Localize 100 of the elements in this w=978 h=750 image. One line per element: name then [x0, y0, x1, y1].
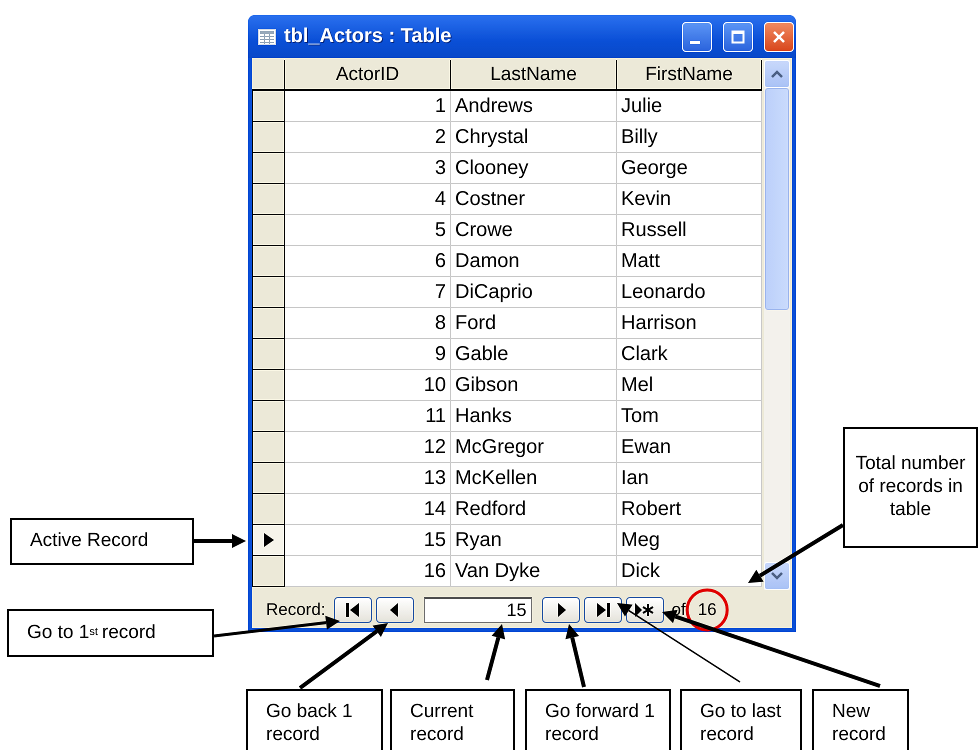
- row-selector[interactable]: [252, 370, 285, 401]
- row-selector[interactable]: [252, 556, 285, 587]
- table-cell: 1: [285, 91, 451, 122]
- table-cell: Matt: [617, 246, 762, 277]
- skip-to-start-icon: [344, 602, 361, 618]
- table-cell: Gibson: [451, 370, 617, 401]
- row-selector[interactable]: [252, 91, 285, 122]
- new-record-button[interactable]: [626, 597, 664, 623]
- table-cell: 16: [285, 556, 451, 587]
- next-record-button[interactable]: [542, 597, 580, 623]
- table-cell: Ryan: [451, 525, 617, 556]
- table-cell: Gable: [451, 339, 617, 370]
- table-cell: 10: [285, 370, 451, 401]
- callout-box: Go back 1 record: [246, 689, 383, 750]
- table-cell: Meg: [617, 525, 762, 556]
- table-cell: Ewan: [617, 432, 762, 463]
- table-cell: 5: [285, 215, 451, 246]
- callout-box: New record: [812, 689, 909, 750]
- maximize-icon: [730, 28, 746, 44]
- row-selector[interactable]: [252, 184, 285, 215]
- new-record-icon: [635, 602, 654, 618]
- table-cell: 2: [285, 122, 451, 153]
- table-cell: 6: [285, 246, 451, 277]
- table-cell: Hanks: [451, 401, 617, 432]
- table-cell: Van Dyke: [451, 556, 617, 587]
- table-cell: 11: [285, 401, 451, 432]
- row-selector[interactable]: [252, 463, 285, 494]
- table-cell: 12: [285, 432, 451, 463]
- table-cell: McGregor: [451, 432, 617, 463]
- callout-box: Active Record: [10, 518, 194, 565]
- arrow: [194, 534, 246, 548]
- skip-to-end-icon: [594, 602, 611, 618]
- row-selector[interactable]: [252, 339, 285, 370]
- row-selector[interactable]: [252, 153, 285, 184]
- highlight-circle: [686, 588, 729, 632]
- close-button[interactable]: [764, 22, 794, 52]
- row-selector[interactable]: [252, 215, 285, 246]
- table-cell: Clark: [617, 339, 762, 370]
- callout-box: Go to last record: [680, 689, 802, 750]
- table-cell: Redford: [451, 494, 617, 525]
- table-cell: DiCaprio: [451, 277, 617, 308]
- table-cell: 7: [285, 277, 451, 308]
- first-record-button[interactable]: [334, 597, 372, 623]
- table-cell: McKellen: [451, 463, 617, 494]
- select-all-corner[interactable]: [252, 60, 285, 91]
- table-cell: Dick: [617, 556, 762, 587]
- row-selector[interactable]: [252, 494, 285, 525]
- table-cell: Leonardo: [617, 277, 762, 308]
- table-cell: 4: [285, 184, 451, 215]
- callout-box: Current record: [390, 689, 515, 750]
- table-cell: Julie: [617, 91, 762, 122]
- table-cell: 13: [285, 463, 451, 494]
- previous-record-button[interactable]: [376, 597, 414, 623]
- row-selector[interactable]: [252, 308, 285, 339]
- row-selector[interactable]: [252, 277, 285, 308]
- minimize-button[interactable]: [682, 22, 712, 52]
- column-header[interactable]: FirstName: [617, 60, 762, 91]
- table-cell: Kevin: [617, 184, 762, 215]
- callout-box: Go forward 1 record: [525, 689, 671, 750]
- close-icon: [771, 28, 787, 44]
- row-selector[interactable]: [252, 246, 285, 277]
- table-cell: 14: [285, 494, 451, 525]
- table-icon: [258, 28, 276, 44]
- row-selector[interactable]: [252, 432, 285, 463]
- column-header[interactable]: LastName: [451, 60, 617, 91]
- callout-box: Total number of records in table: [843, 427, 978, 548]
- column-header[interactable]: ActorID: [285, 60, 451, 91]
- table-cell: Damon: [451, 246, 617, 277]
- last-record-button[interactable]: [584, 597, 622, 623]
- table-cell: Russell: [617, 215, 762, 246]
- table-cell: Costner: [451, 184, 617, 215]
- table-cell: Robert: [617, 494, 762, 525]
- minimize-icon: [690, 40, 700, 44]
- table-cell: Chrystal: [451, 122, 617, 153]
- arrow: [565, 624, 586, 688]
- scrollbar[interactable]: [764, 60, 790, 590]
- table-cell: Crowe: [451, 215, 617, 246]
- table-cell: 15: [285, 525, 451, 556]
- record-label: Record:: [266, 600, 326, 620]
- table-cell: Ian: [617, 463, 762, 494]
- maximize-button[interactable]: [723, 22, 753, 52]
- table-cell: Mel: [617, 370, 762, 401]
- table-cell: 3: [285, 153, 451, 184]
- table-cell: 9: [285, 339, 451, 370]
- row-selector[interactable]: [252, 525, 285, 556]
- window-title: tbl_Actors : Table: [284, 25, 452, 48]
- table-cell: Andrews: [451, 91, 617, 122]
- table-cell: Ford: [451, 308, 617, 339]
- arrow: [485, 624, 506, 681]
- row-selector[interactable]: [252, 401, 285, 432]
- callout-box: Go to 1$^{st}$ record: [7, 609, 214, 657]
- row-selector[interactable]: [252, 122, 285, 153]
- table-cell: George: [617, 153, 762, 184]
- table-cell: Harrison: [617, 308, 762, 339]
- table-cell: Billy: [617, 122, 762, 153]
- scroll-thumb[interactable]: [765, 88, 789, 310]
- table-cell: 8: [285, 308, 451, 339]
- record-number-field[interactable]: 15: [424, 597, 532, 623]
- total-records: 16: [698, 600, 717, 620]
- table-cell: Tom: [617, 401, 762, 432]
